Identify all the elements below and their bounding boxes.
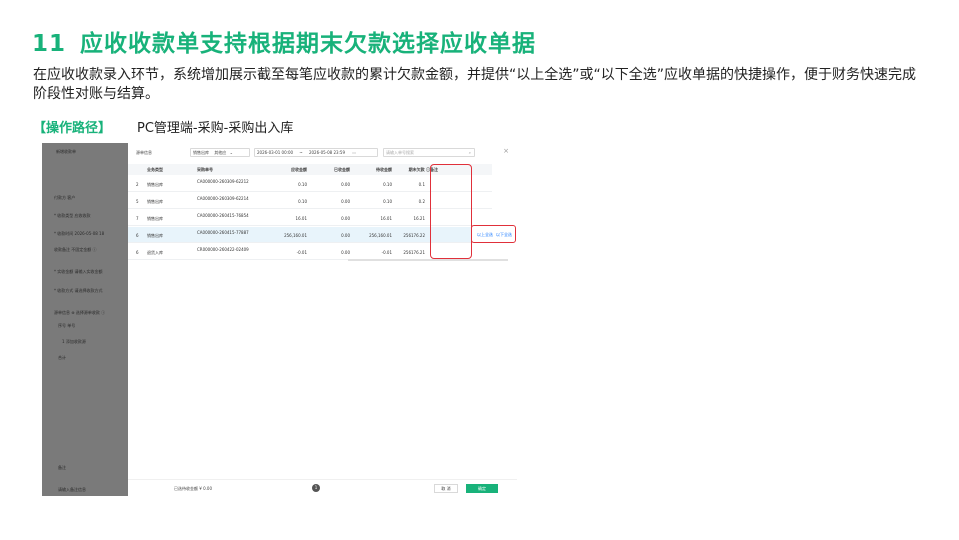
- search-input[interactable]: 请输入单号搜索 ⌕: [383, 148, 475, 157]
- bg-form-row: 备注: [58, 465, 66, 470]
- row-receivable: -0.01: [296, 250, 307, 255]
- col-doc-number: 采购单号: [197, 167, 213, 172]
- chevron-down-icon: ⌄: [229, 150, 233, 155]
- row-ending-debt: 0.1: [418, 182, 425, 187]
- row-receivable: 256,160.01: [284, 233, 307, 238]
- row-received: 0.00: [341, 182, 350, 187]
- row-index: 6: [136, 233, 139, 238]
- selected-total: 已选待收金额 ¥ 0.00: [174, 486, 212, 491]
- bg-form-row: 序号 单号: [58, 323, 76, 328]
- cancel-button[interactable]: 取 消: [434, 484, 458, 493]
- row-index: 5: [136, 199, 139, 204]
- search-icon: ⌕: [468, 150, 471, 155]
- business-type-value-2: 其他应: [214, 150, 227, 155]
- modal-footer: 已选待收金额 ¥ 0.00 1 取 消 确定: [128, 479, 517, 496]
- col-received: 已收金额: [334, 167, 350, 172]
- modal-header: 源单信息 销售出库 其他应 ⌄ 2026-03-01 00:00 ~ 2026-…: [128, 143, 517, 161]
- date-range-picker[interactable]: 2026-03-01 00:00 ~ 2026-05-08 23:59 ▭: [254, 148, 378, 157]
- confirm-button[interactable]: 确定: [466, 484, 498, 493]
- row-ending-debt: 16.21: [413, 216, 425, 221]
- row-pending: 0.10: [383, 199, 392, 204]
- row-pending: 16.01: [380, 216, 392, 221]
- row-received: 0.00: [341, 250, 350, 255]
- bg-form-row: * 实收金额 请输入实收金额: [54, 269, 103, 274]
- horizontal-scrollbar[interactable]: [348, 259, 508, 261]
- select-above-link[interactable]: 以上全选: [477, 232, 493, 238]
- bg-form-row: * 收款方式 请选择收款方式: [54, 288, 103, 293]
- date-to: 2026-05-08 23:59: [308, 150, 346, 155]
- row-received: 0.00: [341, 199, 350, 204]
- date-separator: ~: [299, 150, 303, 155]
- screenshot: 新增收款单 付款方 客户 * 收款类型 应收收款 * 收款时间 2026-05-…: [42, 143, 517, 496]
- col-receivable: 应收金额: [291, 167, 307, 172]
- row-type: 退货入库: [147, 250, 163, 255]
- row-pending: 256,160.01: [369, 233, 392, 238]
- row-pending: 0.10: [383, 182, 392, 187]
- slide-title: 11 应收收款单支持根据期末欠款选择应收单据: [32, 24, 536, 58]
- row-receivable: 0.10: [298, 199, 307, 204]
- row-type: 销售出库: [147, 199, 163, 204]
- col-ending-debt: 期末欠款 ⓘ: [408, 167, 430, 172]
- row-index: 6: [136, 250, 139, 255]
- bg-form-title: 新增收款单: [56, 149, 76, 154]
- background-form: 新增收款单 付款方 客户 * 收款类型 应收收款 * 收款时间 2026-05-…: [42, 143, 128, 496]
- bg-form-row: 源单信息 ⊕ 选择源单收款 ⓘ: [54, 310, 106, 315]
- slide-number: 11: [32, 31, 67, 57]
- col-business-type: 业务类型: [147, 167, 163, 172]
- business-type-value: 销售出库: [193, 150, 209, 155]
- row-received: 0.00: [341, 216, 350, 221]
- modal-title: 源单信息: [136, 150, 152, 155]
- source-doc-modal: 源单信息 销售出库 其他应 ⌄ 2026-03-01 00:00 ~ 2026-…: [128, 143, 517, 496]
- row-doc: CA000000-260309-62214: [197, 196, 249, 201]
- bg-form-row: 1 添加收款源: [62, 339, 86, 344]
- row-index: 7: [136, 216, 139, 221]
- row-ending-debt: 256176.21: [403, 250, 425, 255]
- bg-form-row: 收款备注 不固定金额 ⓘ: [54, 247, 97, 252]
- row-ending-debt: 0.2: [418, 199, 425, 204]
- select-below-link[interactable]: 以下全选: [496, 232, 512, 238]
- row-received: 0.00: [341, 233, 350, 238]
- row-receivable: 16.01: [295, 216, 307, 221]
- calendar-icon: ▭: [352, 150, 357, 155]
- bg-form-row: 请输入备注信息: [58, 487, 86, 492]
- page-indicator[interactable]: 1: [312, 484, 320, 492]
- close-icon[interactable]: ×: [503, 147, 509, 155]
- path-value: PC管理端-采购-采购出入库: [137, 121, 294, 136]
- quick-select-actions: 以上全选 以下全选: [471, 225, 516, 243]
- row-ending-debt: 256176.22: [403, 233, 425, 238]
- row-type: 销售出库: [147, 182, 163, 187]
- slide-heading: 应收收款单支持根据期末欠款选择应收单据: [80, 31, 537, 57]
- business-type-select[interactable]: 销售出库 其他应 ⌄: [190, 148, 250, 157]
- row-pending: -0.01: [381, 250, 392, 255]
- row-doc: CA000000-260415-77887: [197, 230, 249, 235]
- ending-debt-highlight: [430, 164, 472, 259]
- row-type: 销售出库: [147, 216, 163, 221]
- search-placeholder: 请输入单号搜索: [386, 150, 414, 155]
- path-label: 【操作路径】: [33, 121, 112, 136]
- row-doc: CR000000-260422-02409: [197, 247, 249, 252]
- row-doc: CA000000-260309-62212: [197, 179, 249, 184]
- bg-form-row: 付款方 客户: [54, 195, 76, 200]
- date-from: 2026-03-01 00:00: [257, 150, 294, 155]
- bg-form-row: 合计: [58, 355, 66, 360]
- operation-path: 【操作路径】 PC管理端-采购-采购出入库: [33, 117, 293, 136]
- bg-form-row: * 收款类型 应收收款: [54, 213, 91, 218]
- col-pending: 待收金额: [376, 167, 392, 172]
- slide-description: 在应收收款录入环节，系统增加展示截至每笔应收款的累计欠款金额，并提供“以上全选”…: [33, 67, 917, 102]
- row-receivable: 0.10: [298, 182, 307, 187]
- row-type: 销售出库: [147, 233, 163, 238]
- row-index: 2: [136, 182, 139, 187]
- bg-form-row: * 收款时间 2026-05-08 18: [54, 231, 105, 236]
- row-doc: CA000000-260415-76854: [197, 213, 249, 218]
